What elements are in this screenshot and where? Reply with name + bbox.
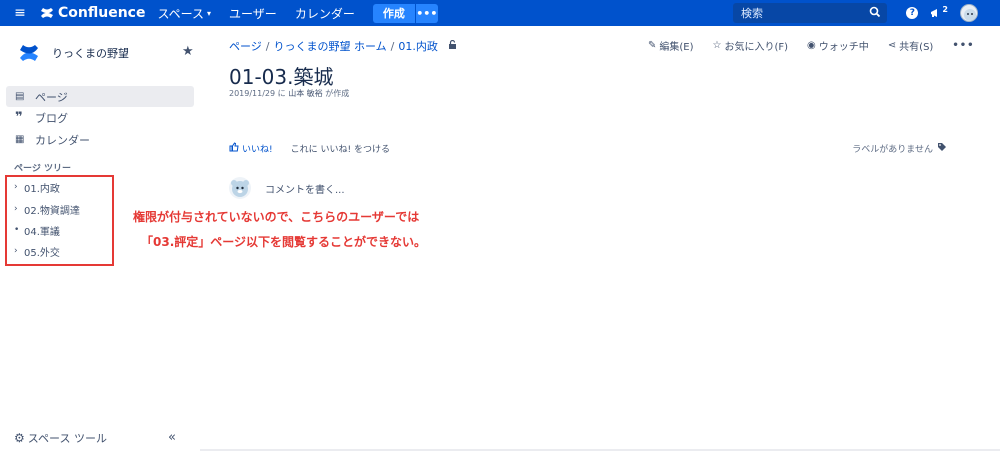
breadcrumb-parent[interactable]: 01.内政: [398, 38, 438, 54]
annotation-line-2: 「03.評定」ページ以下を閲覧することができない。: [141, 235, 427, 249]
search-box: [733, 3, 887, 23]
page-icon: ▤: [15, 91, 25, 102]
breadcrumb-separator: /: [265, 39, 270, 53]
calendar-icon: ▦: [15, 134, 25, 145]
breadcrumb-pages[interactable]: ページ: [229, 38, 262, 54]
menu-icon[interactable]: ≡: [0, 0, 40, 26]
top-navigation: ≡ Confluence スペース ▾ ユーザー カレンダー 作成 ••• ? …: [0, 0, 1000, 26]
space-name[interactable]: りっくまの野望: [52, 45, 129, 61]
search-input[interactable]: [741, 6, 866, 20]
notification-count: 2: [942, 4, 948, 14]
nav-spaces[interactable]: スペース ▾: [157, 5, 211, 22]
commenter-avatar: [229, 177, 251, 199]
watch-label: ウォッチ中: [818, 42, 869, 53]
user-avatar[interactable]: [960, 4, 978, 22]
like-prompt: これに いいね! をつける: [290, 145, 390, 155]
byline-date: 2019/11/29 に: [229, 89, 286, 98]
search-icon[interactable]: [869, 6, 881, 18]
star-icon[interactable]: ★: [182, 44, 194, 59]
breadcrumb-space-home[interactable]: りっくまの野望 ホーム: [274, 38, 387, 54]
app-name: Confluence: [58, 5, 146, 21]
sidebar-item-label: ページ: [35, 90, 68, 104]
byline: 2019/11/29 に 山本 敏裕 が作成: [229, 88, 349, 99]
create-button[interactable]: 作成: [372, 3, 415, 23]
share-icon: ⋖: [887, 40, 897, 51]
quote-icon: ❞: [15, 110, 23, 125]
eye-icon: ◉: [807, 40, 816, 51]
avatar-icon: [231, 180, 249, 197]
comment-row: コメントを書く...: [229, 177, 345, 199]
highlight-box: [5, 175, 114, 266]
more-actions-button[interactable]: •••: [952, 38, 974, 53]
favourite-button[interactable]: ☆ お気に入り(F): [713, 38, 789, 53]
nav-calendar[interactable]: カレンダー: [295, 5, 355, 22]
megaphone-icon: [931, 9, 938, 17]
space-tools-label: スペース ツール: [27, 432, 107, 445]
labels-area: ラベルがありません: [852, 142, 947, 155]
breadcrumb-separator: /: [390, 39, 395, 53]
sidebar-item-label: ブログ: [35, 111, 68, 125]
create-more-button[interactable]: •••: [415, 3, 438, 23]
like-row: いいね! これに いいね! をつける: [229, 142, 390, 155]
page-tree-title: ページ ツリー: [14, 164, 71, 174]
breadcrumb: ページ / りっくまの野望 ホーム / 01.内政: [229, 38, 457, 54]
share-button[interactable]: ⋖ 共有(S): [888, 38, 934, 53]
space-header: りっくまの野望 ★: [18, 42, 198, 64]
comment-input[interactable]: コメントを書く...: [265, 181, 345, 196]
watch-button[interactable]: ◉ ウォッチ中: [807, 38, 869, 53]
sidebar-item-label: カレンダー: [35, 133, 90, 147]
space-tools-button[interactable]: ⚙ スペース ツール: [14, 430, 107, 446]
nav-users[interactable]: ユーザー: [229, 5, 277, 22]
star-outline-icon: ☆: [712, 40, 722, 51]
like-label: いいね!: [242, 145, 273, 155]
space-logo-icon[interactable]: [18, 42, 40, 64]
share-label: 共有(S): [899, 42, 934, 53]
gear-icon: ⚙: [14, 431, 25, 445]
collapse-sidebar-icon[interactable]: «: [168, 430, 176, 445]
nav-spaces-label: スペース: [157, 6, 205, 21]
thumbs-up-icon: [229, 142, 239, 155]
favourite-label: お気に入り(F): [724, 42, 789, 53]
byline-suffix: が作成: [325, 89, 350, 98]
page-actions: ✎ 編集(E) ☆ お気に入り(F) ◉ ウォッチ中 ⋖ 共有(S) •••: [648, 38, 975, 53]
no-labels-text: ラベルがありません: [852, 145, 933, 155]
edit-label: 編集(E): [659, 42, 694, 53]
sidebar-item-pages[interactable]: ▤ ページ: [6, 86, 194, 107]
tag-icon[interactable]: [937, 142, 947, 155]
sidebar-item-calendar[interactable]: ▦ カレンダー: [6, 129, 194, 150]
byline-author[interactable]: 山本 敏裕: [288, 89, 323, 98]
confluence-logo[interactable]: Confluence: [40, 5, 145, 21]
notifications-button[interactable]: 2: [930, 4, 948, 19]
lock-icon[interactable]: [448, 39, 457, 53]
confluence-logo-icon: [41, 8, 53, 18]
chevron-down-icon: ▾: [207, 8, 212, 18]
page-title: 01-03.築城: [229, 65, 334, 89]
pencil-icon: ✎: [648, 40, 657, 51]
edit-button[interactable]: ✎ 編集(E): [648, 38, 694, 53]
like-button[interactable]: いいね!: [229, 142, 273, 155]
top-icons: ? 2: [906, 0, 978, 26]
annotation-line-1: 権限が付与されていないので、こちらのユーザーでは: [133, 210, 420, 224]
sidebar-item-blog[interactable]: ❞ ブログ: [6, 107, 194, 128]
help-icon[interactable]: ?: [906, 7, 919, 19]
avatar-icon: [964, 9, 976, 21]
